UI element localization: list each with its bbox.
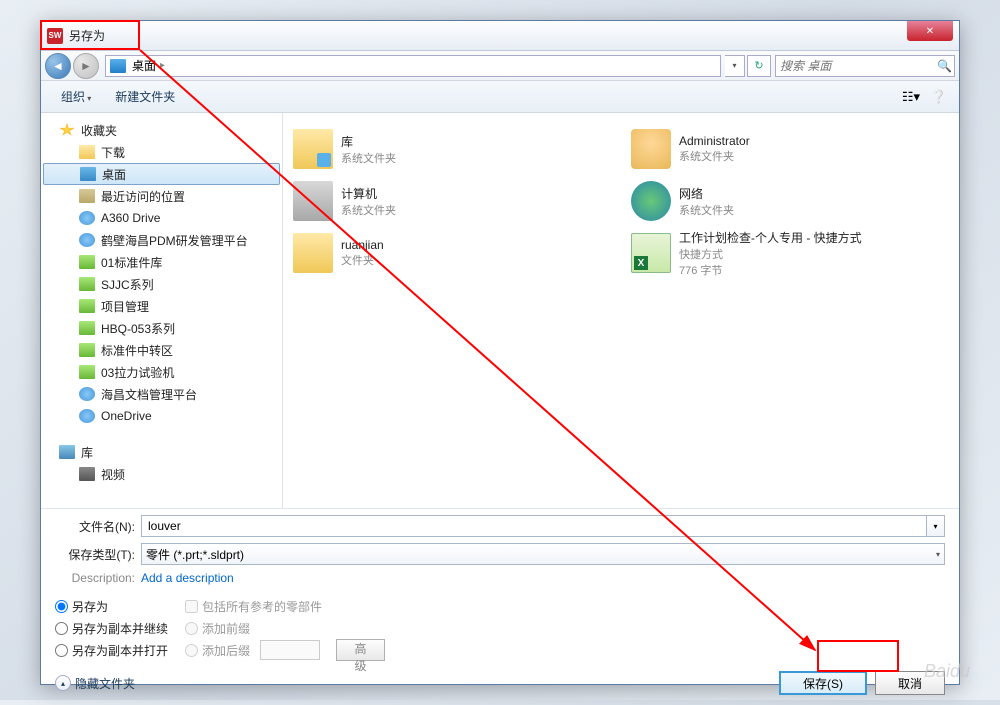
sidebar-item-a360[interactable]: A360 Drive	[41, 207, 282, 229]
filename-input[interactable]	[141, 515, 927, 537]
window-controls: ✕	[907, 21, 959, 41]
footer: ▴ 隐藏文件夹 保存(S) 取消	[41, 667, 959, 705]
radio-add-suffix[interactable]: 添加后缀	[185, 641, 250, 659]
window-title: 另存为	[69, 27, 105, 44]
chevron-down-icon: ▾	[936, 550, 940, 559]
toolbar: 组织 新建文件夹 ☷▾ ❔	[41, 81, 959, 113]
sidebar-item-desktop[interactable]: 桌面	[43, 163, 280, 185]
file-item-network[interactable]: 网络系统文件夹	[629, 177, 951, 225]
forward-button[interactable]: ►	[73, 53, 99, 79]
radio-add-prefix[interactable]: 添加前缀	[185, 619, 385, 637]
organize-button[interactable]: 组织	[49, 84, 103, 109]
library-icon	[293, 129, 333, 169]
sidebar-item-transfer[interactable]: 标准件中转区	[41, 339, 282, 361]
navigation-bar: ◄ ► 桌面 ▸ ▾ ↻ 🔍	[41, 51, 959, 81]
cloud-icon	[79, 233, 95, 247]
sidebar-item-recent[interactable]: 最近访问的位置	[41, 185, 282, 207]
save-as-dialog: SW 另存为 ✕ ◄ ► 桌面 ▸ ▾ ↻ 🔍 组织 新建文件夹 ☷▾ ❔ 收藏	[40, 20, 960, 685]
folder-icon	[293, 233, 333, 273]
sidebar-item-downloads[interactable]: 下载	[41, 141, 282, 163]
search-icon: 🔍	[937, 59, 952, 73]
file-item-administrator[interactable]: Administrator系统文件夹	[629, 125, 951, 173]
sidebar-item-onedrive[interactable]: OneDrive	[41, 405, 282, 427]
file-item-computer[interactable]: 计算机系统文件夹	[291, 177, 613, 225]
breadcrumb[interactable]: 桌面 ▸	[105, 55, 721, 77]
sidebar-libraries[interactable]: 库	[41, 441, 282, 463]
cloud-icon	[79, 211, 95, 225]
computer-icon	[293, 181, 333, 221]
folder-icon	[79, 255, 95, 269]
cloud-icon	[79, 387, 95, 401]
sidebar-item-std01[interactable]: 01标准件库	[41, 251, 282, 273]
search-input[interactable]	[780, 59, 937, 73]
folder-icon	[79, 299, 95, 313]
chevron-right-icon: ▸	[160, 60, 165, 71]
back-button[interactable]: ◄	[45, 53, 71, 79]
save-button[interactable]: 保存(S)	[779, 671, 867, 695]
history-dropdown[interactable]: ▾	[725, 55, 745, 77]
radio-saveas-copy-open[interactable]: 另存为副本并打开	[55, 641, 185, 659]
file-list[interactable]: 库系统文件夹 Administrator系统文件夹 计算机系统文件夹 网络系统文…	[283, 113, 959, 508]
refresh-button[interactable]: ↻	[747, 55, 771, 77]
file-item-ruanjian[interactable]: ruanjian文件夹	[291, 229, 613, 277]
desktop-icon	[80, 167, 96, 181]
view-options-button[interactable]: ☷▾	[899, 86, 923, 108]
cloud-icon	[79, 409, 95, 423]
sidebar-item-sjjc[interactable]: SJJC系列	[41, 273, 282, 295]
sidebar: 收藏夹 下载 桌面 最近访问的位置 A360 Drive 鹤壁海昌PDM研发管理…	[41, 113, 283, 508]
app-icon: SW	[47, 28, 63, 44]
sidebar-item-hbq053[interactable]: HBQ-053系列	[41, 317, 282, 339]
new-folder-button[interactable]: 新建文件夹	[103, 84, 187, 109]
description-label: Description:	[55, 571, 141, 585]
folder-icon	[79, 321, 95, 335]
sidebar-item-tensile[interactable]: 03拉力试验机	[41, 361, 282, 383]
sidebar-item-docmgmt[interactable]: 海昌文档管理平台	[41, 383, 282, 405]
cancel-button[interactable]: 取消	[875, 671, 945, 695]
library-icon	[59, 445, 75, 459]
radio-saveas[interactable]: 另存为	[55, 597, 185, 615]
hide-folders-toggle[interactable]: ▴ 隐藏文件夹	[55, 675, 135, 692]
close-button[interactable]: ✕	[907, 21, 953, 41]
suffix-input	[260, 640, 320, 660]
help-button[interactable]: ❔	[927, 86, 951, 108]
file-item-workplan[interactable]: 工作计划检查-个人专用 - 快捷方式快捷方式776 字节	[629, 229, 951, 277]
sidebar-item-project[interactable]: 项目管理	[41, 295, 282, 317]
form-area: 文件名(N): ▾ 保存类型(T): 零件 (*.prt;*.sldprt) ▾…	[41, 508, 959, 593]
video-icon	[79, 467, 95, 481]
folder-icon	[79, 145, 95, 159]
filetype-label: 保存类型(T):	[55, 546, 141, 563]
add-description-link[interactable]: Add a description	[141, 571, 234, 585]
breadcrumb-location: 桌面	[132, 57, 156, 74]
search-box[interactable]: 🔍	[775, 55, 955, 77]
recent-icon	[79, 189, 95, 203]
advanced-button[interactable]: 高级	[336, 639, 385, 661]
folder-icon	[79, 277, 95, 291]
filename-dropdown[interactable]: ▾	[927, 515, 945, 537]
sidebar-item-video[interactable]: 视频	[41, 463, 282, 485]
filename-label: 文件名(N):	[55, 518, 141, 535]
desktop-icon	[110, 59, 126, 73]
sidebar-favorites[interactable]: 收藏夹	[41, 119, 282, 141]
options-area: 另存为 另存为副本并继续 另存为副本并打开 包括所有参考的零部件 添加前缀 添加…	[41, 593, 959, 667]
sidebar-item-pdm[interactable]: 鹤壁海昌PDM研发管理平台	[41, 229, 282, 251]
network-icon	[631, 181, 671, 221]
star-icon	[59, 123, 75, 137]
user-icon	[631, 129, 671, 169]
filetype-select[interactable]: 零件 (*.prt;*.sldprt) ▾	[141, 543, 945, 565]
main-area: 收藏夹 下载 桌面 最近访问的位置 A360 Drive 鹤壁海昌PDM研发管理…	[41, 113, 959, 508]
radio-saveas-copy-continue[interactable]: 另存为副本并继续	[55, 619, 185, 637]
checkbox-include-refs[interactable]: 包括所有参考的零部件	[185, 597, 385, 615]
folder-icon	[79, 343, 95, 357]
folder-icon	[79, 365, 95, 379]
collapse-icon: ▴	[55, 675, 71, 691]
file-item-libraries[interactable]: 库系统文件夹	[291, 125, 613, 173]
titlebar: SW 另存为 ✕	[41, 21, 959, 51]
excel-icon	[631, 233, 671, 273]
